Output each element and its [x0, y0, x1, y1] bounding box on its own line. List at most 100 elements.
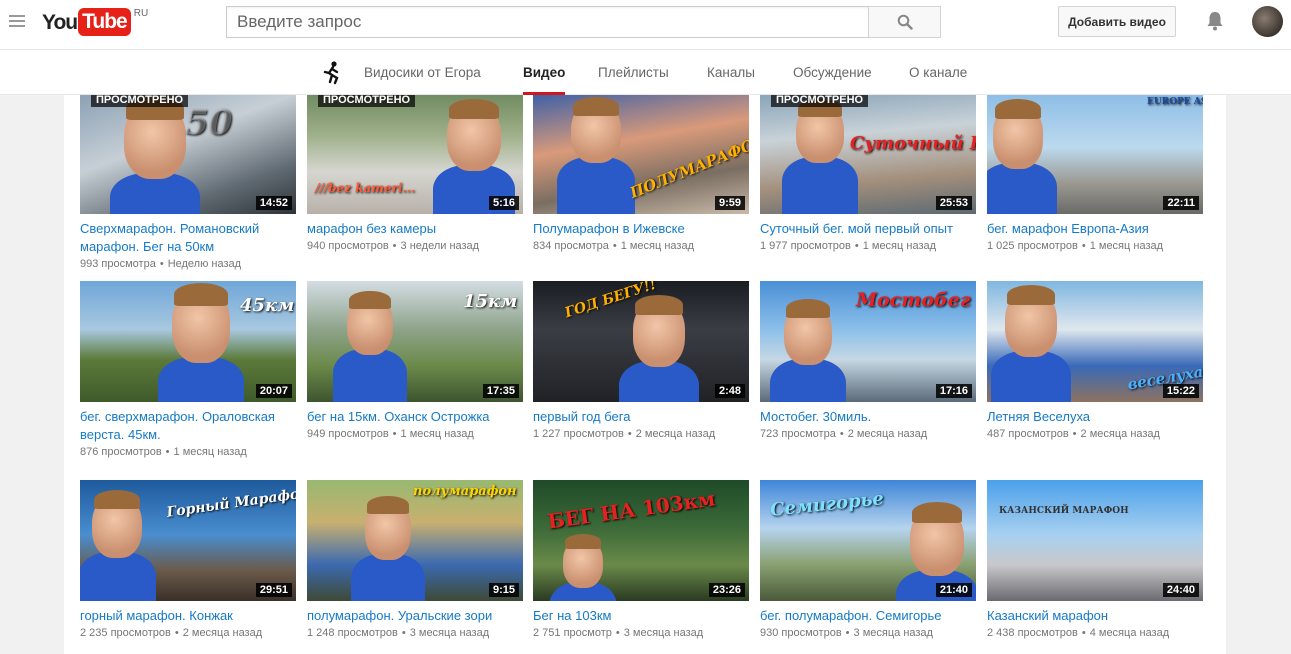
video-title-link[interactable]: Мостобег. 30миль. [760, 408, 976, 426]
tab-channels[interactable]: Каналы [707, 50, 755, 95]
thumbnail-person-hair [449, 99, 499, 119]
tab-channel-home[interactable]: Видосики от Егора [364, 50, 481, 95]
video-thumbnail[interactable]: Горный Марафон!! 29:51 [80, 480, 296, 601]
video-thumbnail[interactable]: КАЗАНСКИЙ МАРАФОН 24:40 [987, 480, 1203, 601]
thumbnail-person-hair [786, 299, 830, 318]
video-card[interactable]: полумарафон 9:15 полумарафон. Уральские зо… [307, 480, 523, 641]
video-thumbnail[interactable]: 45км 20:07 [80, 281, 296, 402]
video-thumbnail[interactable]: 15км 17:35 [307, 281, 523, 402]
meta-separator: • [1081, 240, 1086, 252]
video-meta: 2 438 просмотров • 4 месяца назад [987, 625, 1203, 641]
video-thumbnail[interactable]: ГОД БЕГУ!! 2:48 [533, 281, 749, 402]
search-input[interactable]: Введите запрос [226, 6, 869, 38]
video-thumbnail[interactable]: Семигорье 21:40 [760, 480, 976, 601]
video-title-link[interactable]: бег. сверхмарафон. Ораловская верста. 45… [80, 408, 296, 444]
video-card[interactable]: EUROPE ASIA 22:11 бег. марафон Европа-Азия… [987, 95, 1203, 254]
upload-age: 3 недели назад [400, 240, 480, 252]
tab-videos[interactable]: Видео [523, 50, 566, 95]
hamburger-menu-icon[interactable] [9, 15, 25, 29]
video-card[interactable]: ПОЛУМАРАФОН В ИЖЕВСКЕ9:59 Полумарафон в И… [533, 95, 749, 254]
video-card[interactable]: 15км 17:35 бег на 15км. Оханск Острожка 949… [307, 281, 523, 442]
thumbnail-overlay-text: Суточный Бег [850, 133, 976, 154]
video-duration: 22:11 [1163, 196, 1199, 210]
notifications-bell-icon[interactable] [1203, 9, 1227, 33]
thumbnail-overlay-text: полумарафон [413, 484, 517, 499]
video-card[interactable]: Суточный Бег ПРОСМОТРЕНО 25:53 Суточный бег… [760, 95, 976, 254]
thumbnail-overlay-text: ///bez kameri... [315, 181, 416, 195]
video-title-link[interactable]: бег. полумарафон. Семигорье [760, 607, 976, 625]
thumbnail-person-hair [995, 99, 1041, 119]
video-title-link[interactable]: бег на 15км. Оханск Острожка [307, 408, 523, 426]
video-meta: 1 977 просмотров • 1 месяц назад [760, 238, 976, 254]
video-grid: 50 ПРОСМОТРЕНО 14:52 Сверхмарафон. Романовс… [64, 95, 1226, 654]
video-card[interactable]: ///bez kameri... ПРОСМОТРЕНО 5:16 марафон б… [307, 95, 523, 254]
video-thumbnail[interactable]: БЕГ НА 103км 23:26 [533, 480, 749, 601]
video-duration: 29:51 [255, 583, 292, 597]
video-title-link[interactable]: первый год бега [533, 408, 749, 426]
logo-tube-text: Tube [78, 8, 131, 36]
upload-age: 1 месяц назад [400, 428, 474, 440]
view-count: 930 просмотров [760, 627, 842, 639]
video-thumbnail[interactable]: веселуха 15:22 [987, 281, 1203, 402]
thumbnail-person-hair [573, 97, 619, 116]
video-card[interactable]: 45км 20:07 бег. сверхмарафон. Ораловская в… [80, 281, 296, 460]
video-title-link[interactable]: Летняя Веселуха [987, 408, 1203, 426]
view-count: 940 просмотров [307, 240, 389, 252]
video-meta: 940 просмотров • 3 недели назад [307, 238, 523, 254]
video-thumbnail[interactable]: 50 ПРОСМОТРЕНО 14:52 [80, 95, 296, 214]
video-duration: 24:40 [1162, 583, 1199, 597]
video-card[interactable]: Горный Марафон!! 29:51 горный марафон. Кон… [80, 480, 296, 641]
video-card[interactable]: ГОД БЕГУ!! 2:48 первый год бега 1 227 просм… [533, 281, 749, 442]
view-count: 834 просмотра [533, 240, 609, 252]
video-card[interactable]: веселуха 15:22 Летняя Веселуха 487 просмотр… [987, 281, 1203, 442]
video-card[interactable]: 50 ПРОСМОТРЕНО 14:52 Сверхмарафон. Романовс… [80, 95, 296, 272]
video-title-link[interactable]: Суточный бег. мой первый опыт [760, 220, 976, 238]
video-card[interactable]: КАЗАНСКИЙ МАРАФОН 24:40 Казанский марафон 2… [987, 480, 1203, 641]
video-thumbnail[interactable]: Мостобег 17:16 [760, 281, 976, 402]
tab-discussion[interactable]: Обсуждение [793, 50, 872, 95]
video-title-link[interactable]: марафон без камеры [307, 220, 523, 238]
video-thumbnail[interactable]: EUROPE ASIA 22:11 [987, 95, 1203, 214]
thumbnail-person-shirt [80, 552, 156, 601]
video-meta: 2 235 просмотров • 2 месяца назад [80, 625, 296, 641]
thumbnail-person-hair [1007, 285, 1055, 305]
youtube-logo[interactable]: You Tube RU [42, 8, 148, 40]
tab-playlists[interactable]: Плейлисты [598, 50, 669, 95]
video-duration: 2:48 [714, 384, 745, 398]
video-title-link[interactable]: Полумарафон в Ижевске [533, 220, 749, 238]
video-duration: 9:15 [488, 583, 519, 597]
video-card[interactable]: Семигорье 21:40 бег. полумарафон. Семигорь… [760, 480, 976, 641]
view-count: 1 227 просмотров [533, 428, 624, 440]
masthead: You Tube RU Введите запрос Добавить виде… [0, 0, 1291, 50]
video-thumbnail[interactable]: Суточный Бег ПРОСМОТРЕНО 25:53 [760, 95, 976, 214]
logo-region: RU [133, 8, 149, 19]
video-title-link[interactable]: Сверхмарафон. Романовский марафон. Бег н… [80, 220, 296, 256]
tab-about[interactable]: О канале [909, 50, 967, 95]
video-title-link[interactable]: полумарафон. Уральские зори [307, 607, 523, 625]
thumbnail-overlay-text: 50 [185, 103, 233, 143]
upload-video-button[interactable]: Добавить видео [1058, 6, 1176, 37]
video-thumbnail[interactable]: полумарафон 9:15 [307, 480, 523, 601]
watched-badge: ПРОСМОТРЕНО [771, 95, 869, 107]
video-title-link[interactable]: Казанский марафон [987, 607, 1203, 625]
thumbnail-person-shirt [782, 157, 858, 214]
view-count: 723 просмотра [760, 428, 836, 440]
video-thumbnail[interactable]: ///bez kameri... ПРОСМОТРЕНО 5:16 [307, 95, 523, 214]
video-title-link[interactable]: бег. марафон Европа-Азия [987, 220, 1203, 238]
video-duration: 25:53 [935, 196, 972, 210]
channel-runner-icon[interactable] [320, 60, 344, 86]
video-duration: 14:52 [255, 196, 292, 210]
video-title-link[interactable]: Бег на 103км [533, 607, 749, 625]
video-duration: 5:16 [488, 196, 519, 210]
video-card[interactable]: БЕГ НА 103км 23:26 Бег на 103км 2 751 просм… [533, 480, 749, 641]
user-avatar[interactable] [1252, 6, 1283, 37]
thumbnail-overlay-text: КАЗАНСКИЙ МАРАФОН [999, 506, 1129, 516]
meta-separator: • [1072, 428, 1077, 440]
thumbnail-person-hair [174, 283, 228, 306]
video-card[interactable]: Мостобег 17:16 Мостобег. 30миль. 723 просмо… [760, 281, 976, 442]
video-thumbnail[interactable]: ПОЛУМАРАФОН В ИЖЕВСКЕ9:59 [533, 95, 749, 214]
search-button[interactable] [868, 6, 941, 38]
video-title-link[interactable]: горный марафон. Конжак [80, 607, 296, 625]
search-icon [897, 14, 913, 30]
upload-age: 2 месяца назад [1080, 428, 1160, 440]
